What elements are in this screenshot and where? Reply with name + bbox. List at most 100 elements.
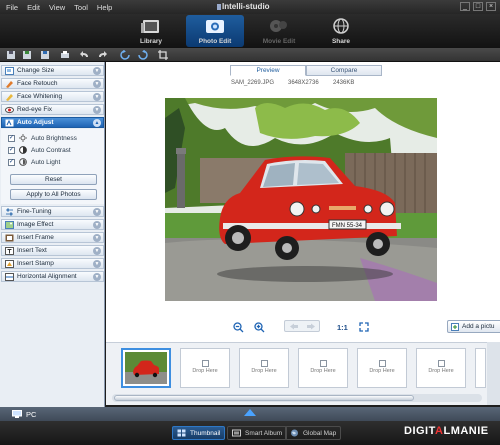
brightness-icon (19, 134, 27, 142)
drop-slot-4[interactable]: Drop Here (357, 348, 407, 388)
maximize-button[interactable]: □ (473, 2, 483, 11)
drop-label: Drop Here (428, 368, 454, 374)
drop-slot-5[interactable]: Drop Here (416, 348, 466, 388)
apply-to-all-button[interactable]: Apply to All Photos (10, 189, 97, 200)
mode-bar: Library Photo Edit Movie Edit Share (0, 14, 500, 48)
section-face-whitening[interactable]: Face Whitening ▼ (1, 91, 104, 102)
chevron-down-icon: ▼ (93, 92, 101, 101)
thumbnail-icon (177, 429, 186, 437)
close-button[interactable]: × (486, 2, 496, 11)
zoom-out-icon[interactable] (233, 322, 244, 333)
tab-preview[interactable]: Preview (230, 65, 306, 76)
crop-icon[interactable] (158, 50, 168, 60)
photo-canvas[interactable]: FMN 55-34 (165, 98, 437, 301)
section-face-whitening-label: Face Whitening (17, 93, 63, 100)
section-insert-stamp[interactable]: Insert Stamp ▼ (1, 258, 104, 269)
drop-slot-1[interactable]: Drop Here (180, 348, 230, 388)
section-image-effect[interactable]: Image Effect ▼ (1, 219, 104, 230)
save-copy-icon[interactable] (40, 50, 50, 60)
preview-area: Preview Compare SAM_2269.JPG 3648X2736 2… (106, 62, 500, 342)
drop-target-icon (437, 360, 445, 367)
rotate-right-icon[interactable] (138, 50, 148, 60)
save-as-icon[interactable] (22, 50, 32, 60)
drop-target-icon (319, 360, 327, 367)
section-change-size[interactable]: Change Size ▼ (1, 65, 104, 76)
previous-icon[interactable] (289, 323, 299, 330)
menu-help[interactable]: Help (97, 3, 112, 12)
reset-button[interactable]: Reset (10, 174, 97, 185)
edit-panel: Change Size ▼ Face Retouch ▼ Face Whiten… (0, 62, 105, 407)
auto-contrast-label: Auto Contrast (31, 146, 71, 154)
license-plate: FMN 55-34 (332, 223, 363, 229)
resize-icon (5, 66, 14, 75)
align-icon (5, 272, 14, 281)
section-auto-adjust[interactable]: Auto Adjust ▲ (1, 117, 104, 128)
window-controls: _ □ × (460, 2, 496, 11)
section-fine-tuning[interactable]: Fine-Tuning ▼ (1, 206, 104, 217)
minimize-button[interactable]: _ (460, 2, 470, 11)
fit-screen-icon[interactable] (359, 322, 369, 332)
section-red-eye-fix[interactable]: Red-eye Fix ▼ (1, 104, 104, 115)
mode-movie-edit-label: Movie Edit (262, 38, 296, 45)
menu-tool[interactable]: Tool (74, 3, 88, 12)
mode-photo-edit[interactable]: Photo Edit (186, 15, 244, 47)
tab-compare[interactable]: Compare (306, 65, 382, 76)
drop-slot-3[interactable]: Drop Here (298, 348, 348, 388)
zoom-in-icon[interactable] (254, 322, 265, 333)
mode-share-label: Share (331, 38, 351, 45)
chevron-down-icon: ▼ (93, 207, 101, 216)
drop-slot-6[interactable] (475, 348, 486, 388)
face-retouch-icon (6, 80, 13, 88)
movie-edit-icon (270, 20, 287, 32)
contrast-icon (19, 146, 27, 154)
pc-icon (12, 410, 22, 418)
section-insert-frame[interactable]: Insert Frame ▼ (1, 232, 104, 243)
section-face-retouch[interactable]: Face Retouch ▼ (1, 78, 104, 89)
rotate-left-icon[interactable] (120, 50, 130, 60)
edit-toolbar (0, 48, 500, 62)
auto-brightness-row: ✓ Auto Brightness (8, 134, 77, 142)
mode-library-label: Library (139, 38, 163, 45)
add-picture-button[interactable]: Add a pictu (447, 320, 500, 333)
menu-file[interactable]: File (6, 3, 18, 12)
add-picture-icon (451, 323, 459, 331)
section-horizontal-alignment[interactable]: Horizontal Alignment ▼ (1, 271, 104, 282)
menu-edit[interactable]: Edit (27, 3, 40, 12)
redo-icon[interactable] (97, 50, 107, 60)
app-title: Intelli-studio (222, 2, 270, 11)
tab-global-map[interactable]: Global Map (285, 426, 342, 440)
section-fine-tuning-label: Fine-Tuning (17, 208, 52, 215)
filmstrip-scrollbar[interactable] (114, 395, 414, 401)
section-face-retouch-label: Face Retouch (17, 80, 58, 87)
file-name: SAM_2269.JPG (231, 80, 275, 86)
drop-label: Drop Here (192, 368, 218, 374)
watermark-part4: MANIE (450, 425, 489, 437)
light-icon (19, 158, 27, 166)
thumbnail-selected[interactable] (121, 348, 171, 388)
section-red-eye-fix-label: Red-eye Fix (17, 106, 53, 113)
expand-panel-arrow-icon[interactable] (244, 409, 256, 416)
drop-slot-2[interactable]: Drop Here (239, 348, 289, 388)
fine-tuning-icon (6, 208, 13, 215)
tab-smart-album-label: Smart Album (245, 429, 283, 437)
tab-thumbnail[interactable]: Thumbnail (172, 426, 226, 440)
actual-size-button[interactable]: 1:1 (337, 323, 348, 332)
auto-light-checkbox[interactable]: ✓ (8, 158, 15, 166)
section-image-effect-label: Image Effect (17, 221, 54, 228)
undo-icon[interactable] (80, 50, 90, 60)
section-change-size-label: Change Size (17, 67, 55, 74)
section-insert-text[interactable]: Insert Text ▼ (1, 245, 104, 256)
drop-label: Drop Here (369, 368, 395, 374)
filmstrip-vertical-scroll[interactable] (487, 342, 500, 405)
auto-contrast-checkbox[interactable]: ✓ (8, 146, 15, 154)
print-icon[interactable] (60, 50, 70, 60)
auto-brightness-checkbox[interactable]: ✓ (8, 134, 15, 142)
next-icon[interactable] (306, 323, 316, 330)
drop-label: Drop Here (251, 368, 277, 374)
save-icon[interactable] (6, 50, 16, 60)
mode-library[interactable]: Library (122, 15, 180, 47)
mode-share[interactable]: Share (312, 15, 370, 47)
filmstrip: Drop Here Drop Here Drop Here Drop Here … (106, 342, 487, 405)
tab-smart-album[interactable]: Smart Album (227, 426, 288, 440)
menu-view[interactable]: View (49, 3, 65, 12)
